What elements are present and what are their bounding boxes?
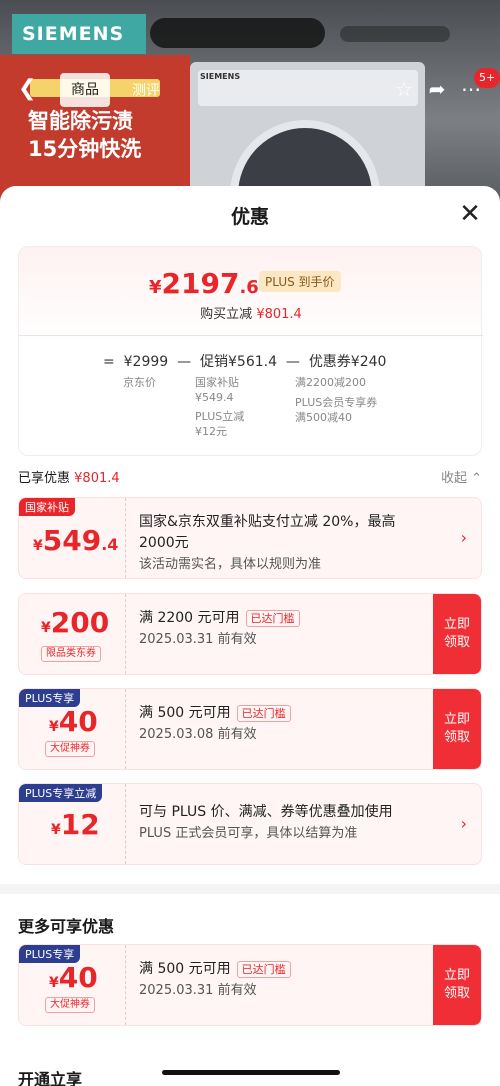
coupon-type: 大促神券 bbox=[45, 997, 95, 1013]
coupon-amount: ¥200 bbox=[41, 606, 110, 639]
coupon-description: 满 500 元可用 已达门槛 2025.03.08 前有效 bbox=[139, 703, 291, 745]
promo-line-1: 智能除污渍 bbox=[28, 109, 133, 133]
back-arrow-icon[interactable]: ❮ bbox=[18, 76, 36, 101]
coupon-amount: ¥549.4 bbox=[33, 524, 119, 557]
coupon-separator bbox=[125, 689, 126, 769]
purchase-discount: 购买立减 ¥801.4 bbox=[200, 307, 302, 322]
washer-image: SIEMENS bbox=[190, 62, 425, 200]
sheet-title: 优惠 bbox=[230, 206, 269, 228]
coupon-national-subsidy[interactable]: 国家补贴 ¥549.4 国家&京东双重补贴支付立减 20%，最高 2000元 该… bbox=[18, 497, 482, 579]
coupon-description: 可与 PLUS 价、满减、券等优惠叠加使用 PLUS 正式会员可享，具体以结算为… bbox=[139, 804, 393, 841]
share-icon[interactable]: ➦ bbox=[424, 76, 450, 102]
enjoyed-discount-row: 已享优惠 ¥801.4 收起 ⌃ bbox=[18, 467, 482, 486]
cart-badge: 5+ bbox=[474, 68, 500, 88]
enjoyed-label: 已享优惠 bbox=[18, 471, 71, 486]
coupon-separator bbox=[125, 498, 126, 578]
chevron-right-icon: › bbox=[460, 814, 467, 833]
coupon-200[interactable]: ¥200 限品类东券 满 2200 元可用 已达门槛 2025.03.31 前有效… bbox=[18, 593, 482, 675]
coupon-tag: PLUS专享立减 bbox=[19, 784, 103, 802]
washer-brand: SIEMENS bbox=[200, 72, 241, 81]
product-header-background: 智能除污渍 15分钟快洗 SIEMENS SIEMENS ❮ 商品 测评 ☆ ➦… bbox=[0, 0, 500, 200]
final-price: ¥2197.6 bbox=[149, 267, 259, 300]
threshold-reached-badge: 已达门槛 bbox=[236, 961, 291, 978]
chevron-up-icon: ⌃ bbox=[471, 471, 482, 486]
threshold-reached-badge: 已达门槛 bbox=[236, 705, 291, 722]
brand-logo: SIEMENS bbox=[12, 14, 146, 54]
sub-plus-discount: PLUS立减 ¥12元 bbox=[195, 410, 245, 438]
more-discounts-title: 更多可享优惠 bbox=[18, 917, 115, 936]
sub-jd-price: 京东价 bbox=[123, 376, 156, 389]
sub-coupon-2: PLUS会员专享券 满500减40 bbox=[295, 396, 378, 424]
home-indicator[interactable] bbox=[162, 1070, 340, 1075]
claim-button[interactable]: 立即 领取 bbox=[433, 594, 481, 674]
coupon-tag: 国家补贴 bbox=[19, 498, 75, 516]
coupon-type: 限品类东券 bbox=[41, 646, 101, 662]
enjoyed-amount: ¥801.4 bbox=[74, 471, 120, 486]
coupon-separator bbox=[125, 945, 126, 1025]
star-icon[interactable]: ☆ bbox=[391, 76, 417, 102]
coupon-type: 大促神券 bbox=[45, 741, 95, 757]
divider bbox=[19, 335, 483, 336]
coupon-amount: ¥40 bbox=[49, 961, 98, 994]
price-summary-card: ¥2197.6 PLUS 到手价 购买立减 ¥801.4 = ¥2999 — 促… bbox=[18, 246, 483, 456]
open-plus-title: 开通立享 bbox=[18, 1070, 83, 1086]
price-formula: = ¥2999 — 促销¥561.4 — 优惠券¥240 bbox=[103, 354, 387, 370]
section-gap bbox=[0, 884, 500, 894]
coupon-description: 满 2200 元可用 已达门槛 2025.03.31 前有效 bbox=[139, 608, 300, 650]
coupon-more-plus-40[interactable]: PLUS专享 ¥40 大促神券 满 500 元可用 已达门槛 2025.03.31… bbox=[18, 944, 482, 1026]
coupon-amount: ¥12 bbox=[51, 808, 100, 841]
coupon-description: 国家&京东双重补贴支付立减 20%，最高 2000元 该活动需实名，具体以规则为… bbox=[139, 514, 396, 572]
claim-button[interactable]: 立即 领取 bbox=[433, 945, 481, 1025]
coupon-separator bbox=[125, 594, 126, 674]
sub-gov-subsidy: 国家补贴 ¥549.4 bbox=[195, 376, 239, 404]
coupon-plus-12[interactable]: PLUS专享立减 ¥12 可与 PLUS 价、满减、券等优惠叠加使用 PLUS … bbox=[18, 783, 482, 865]
coupon-separator bbox=[125, 784, 126, 864]
collapse-button[interactable]: 收起 ⌃ bbox=[441, 467, 482, 486]
plus-price-tag: PLUS 到手价 bbox=[259, 271, 341, 292]
status-bar-time bbox=[150, 18, 325, 48]
tab-goods[interactable]: 商品 bbox=[60, 73, 110, 107]
threshold-reached-badge: 已达门槛 bbox=[245, 610, 300, 627]
promo-line-2: 15分钟快洗 bbox=[28, 137, 142, 161]
coupon-plus-40[interactable]: PLUS专享 ¥40 大促神券 满 500 元可用 已达门槛 2025.03.08… bbox=[18, 688, 482, 770]
coupon-amount: ¥40 bbox=[49, 705, 98, 738]
chevron-right-icon: › bbox=[460, 528, 467, 547]
sub-coupon-1: 满2200减200 bbox=[295, 376, 366, 389]
claim-button[interactable]: 立即 领取 bbox=[433, 689, 481, 769]
coupon-description: 满 500 元可用 已达门槛 2025.03.31 前有效 bbox=[139, 959, 291, 1001]
status-bar-indicators bbox=[340, 26, 450, 42]
discount-sheet: 优惠 ✕ ¥2197.6 PLUS 到手价 购买立减 ¥801.4 = ¥299… bbox=[0, 186, 500, 1086]
tab-evaluate[interactable]: 测评 bbox=[132, 80, 160, 100]
close-icon[interactable]: ✕ bbox=[456, 200, 484, 228]
